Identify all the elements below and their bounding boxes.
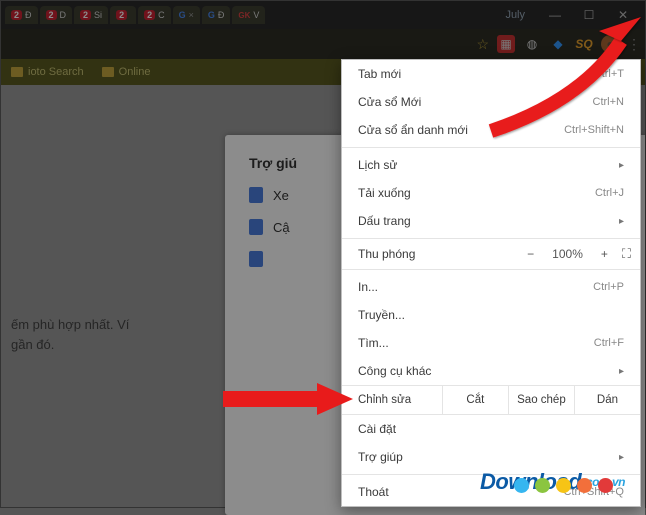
menu-item-cast[interactable]: Truyền... bbox=[342, 301, 640, 329]
extension-icon[interactable]: ◆ bbox=[549, 35, 567, 53]
doc-icon bbox=[249, 251, 263, 267]
paste-button[interactable]: Dán bbox=[575, 385, 640, 415]
extension-icon[interactable]: SQ bbox=[575, 35, 593, 53]
menu-item-incognito[interactable]: Cửa sổ ẩn danh mớiCtrl+Shift+N bbox=[342, 116, 640, 144]
edit-label: Chỉnh sửa bbox=[342, 385, 443, 415]
menu-item-new-tab[interactable]: Tab mớiCtrl+T bbox=[342, 60, 640, 88]
menu-separator bbox=[342, 269, 640, 270]
browser-tab[interactable]: 2D bbox=[40, 6, 73, 24]
menu-item-history[interactable]: Lịch sử▸ bbox=[342, 151, 640, 179]
browser-tab[interactable]: GĐ bbox=[202, 6, 231, 24]
browser-tab[interactable]: GKV bbox=[232, 6, 265, 24]
browser-tab[interactable]: 2 bbox=[110, 6, 136, 24]
maximize-button[interactable]: ☐ bbox=[575, 8, 603, 22]
menu-item-new-window[interactable]: Cửa sổ MớiCtrl+N bbox=[342, 88, 640, 116]
title-bar: 2Đ 2D 2Si 2 2C G× GĐ GKV July — ☐ ✕ bbox=[1, 1, 645, 29]
menu-item-zoom: Thu phóng − 100% + ⛶ bbox=[342, 242, 640, 266]
menu-item-help[interactable]: Trợ giúp▸ bbox=[342, 443, 640, 471]
menu-item-more-tools[interactable]: Công cụ khác▸ bbox=[342, 357, 640, 385]
zoom-label: Thu phóng bbox=[358, 247, 523, 261]
window-title: July bbox=[493, 9, 537, 21]
bookmark-star-icon[interactable]: ☆ bbox=[476, 36, 489, 53]
menu-item-downloads[interactable]: Tải xuốngCtrl+J bbox=[342, 179, 640, 207]
page-text: ếm phù hợp nhất. Ví gần đó. bbox=[11, 315, 211, 354]
menu-item-find[interactable]: Tìm...Ctrl+F bbox=[342, 329, 640, 357]
chrome-menu-icon[interactable]: ⋮ bbox=[627, 36, 639, 53]
minimize-button[interactable]: — bbox=[541, 8, 569, 22]
browser-tab[interactable]: G× bbox=[173, 6, 200, 24]
menu-separator bbox=[342, 147, 640, 148]
chrome-menu: Tab mớiCtrl+T Cửa sổ MớiCtrl+N Cửa sổ ẩn… bbox=[341, 59, 641, 507]
close-button[interactable]: ✕ bbox=[609, 8, 637, 22]
menu-item-print[interactable]: In...Ctrl+P bbox=[342, 273, 640, 301]
browser-tab[interactable]: 2Si bbox=[74, 6, 108, 24]
menu-item-bookmarks[interactable]: Dấu trang▸ bbox=[342, 207, 640, 235]
window-controls: — ☐ ✕ bbox=[537, 8, 641, 22]
browser-tab[interactable]: 2Đ bbox=[5, 6, 38, 24]
menu-edit-row: Chỉnh sửa Cắt Sao chép Dán bbox=[342, 385, 640, 415]
fullscreen-icon[interactable]: ⛶ bbox=[622, 246, 630, 262]
cut-button[interactable]: Cắt bbox=[443, 385, 509, 415]
doc-icon bbox=[249, 219, 263, 235]
zoom-out-button[interactable]: − bbox=[523, 247, 538, 261]
copy-button[interactable]: Sao chép bbox=[509, 385, 575, 415]
tab-strip: 2Đ 2D 2Si 2 2C G× GĐ GKV bbox=[5, 6, 493, 24]
toolbar: ☆ ▦ ◍ ◆ SQ ● ⋮ bbox=[1, 29, 645, 59]
zoom-value: 100% bbox=[548, 247, 587, 261]
extension-icon[interactable]: ▦ bbox=[497, 35, 515, 53]
zoom-in-button[interactable]: + bbox=[597, 247, 612, 261]
menu-separator bbox=[342, 238, 640, 239]
menu-separator bbox=[342, 474, 640, 475]
bookmark-folder[interactable]: ioto Search bbox=[11, 66, 84, 78]
browser-tab[interactable]: 2C bbox=[138, 6, 171, 24]
bookmark-folder[interactable]: Online bbox=[102, 66, 151, 78]
menu-item-settings[interactable]: Cài đặt bbox=[342, 415, 640, 443]
extension-icon[interactable]: ◍ bbox=[523, 35, 541, 53]
doc-icon bbox=[249, 187, 263, 203]
watermark-dots bbox=[514, 478, 613, 493]
extension-icon[interactable]: ● bbox=[601, 35, 619, 53]
